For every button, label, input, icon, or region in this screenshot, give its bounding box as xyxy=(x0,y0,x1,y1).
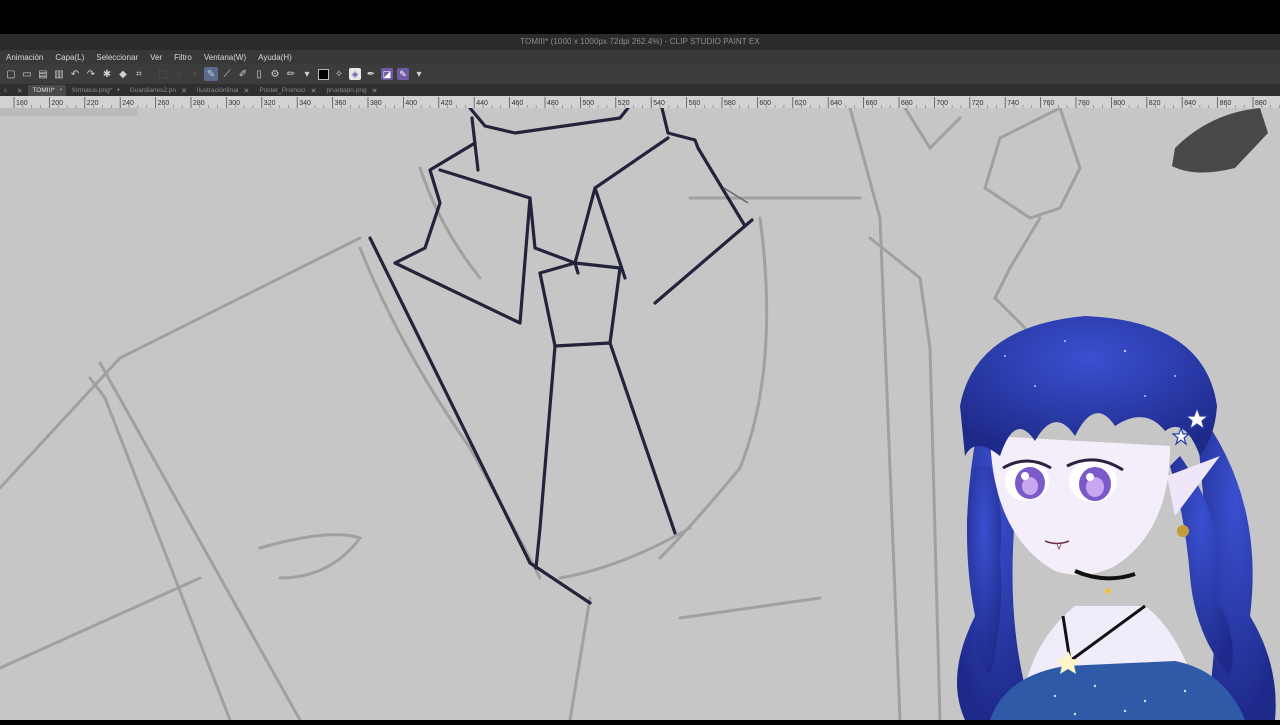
top-black-bar xyxy=(0,0,1280,34)
lasso-icon[interactable]: ◌ xyxy=(172,67,186,81)
ruler-tick-label: 420 xyxy=(441,100,453,107)
line-icon[interactable]: ⟋ xyxy=(220,67,234,81)
close-icon[interactable]: ✕ xyxy=(243,87,249,95)
pen-purple-icon[interactable]: ✎ xyxy=(396,67,410,81)
ruler-tick-label: 640 xyxy=(830,100,842,107)
close-icon[interactable]: ✕ xyxy=(181,87,187,95)
close-icon[interactable]: ✕ xyxy=(372,87,378,95)
tab-label: formalus.png* xyxy=(72,87,113,94)
ruler-tick-label: 320 xyxy=(264,100,276,107)
clear-icon[interactable]: ✱ xyxy=(100,67,114,81)
tab-pruebapn[interactable]: pruebapn.png ✕ xyxy=(322,85,381,96)
tab-guardianes[interactable]: Guardianes2.pn ✕ xyxy=(126,85,191,96)
transform-icon[interactable]: ⌗ xyxy=(132,67,146,81)
tab-poster[interactable]: Poster_Promoci ✕ xyxy=(255,85,320,96)
ruler-tick-label: 200 xyxy=(51,100,63,107)
ruler-tick-label: 220 xyxy=(87,100,99,107)
brush-icon[interactable]: ✒ xyxy=(364,67,378,81)
ruler-tick-label: 860 xyxy=(1220,100,1232,107)
ruler-tick-label: 180 xyxy=(16,100,28,107)
color-swatch[interactable] xyxy=(316,67,330,81)
ruler-tick-label: 840 xyxy=(1184,100,1196,107)
print-icon[interactable]: ▥ xyxy=(52,67,66,81)
ruler-tick-label: 440 xyxy=(476,100,488,107)
open-folder-icon[interactable]: ▭ xyxy=(20,67,34,81)
chevron-down-icon[interactable]: ▾ xyxy=(300,67,314,81)
pencil-icon[interactable]: ✏ xyxy=(284,67,298,81)
ruler-tick-label: 240 xyxy=(122,100,134,107)
save-icon[interactable]: ▤ xyxy=(36,67,50,81)
ruler-tick-label: 720 xyxy=(972,100,984,107)
ruler-tick-label: 660 xyxy=(866,100,878,107)
tab-tomiii[interactable]: TOMIII* • xyxy=(28,85,67,96)
ruler-tick-label: 400 xyxy=(405,100,417,107)
fill-icon[interactable]: ◆ xyxy=(116,67,130,81)
ruler-tick-label: 340 xyxy=(299,100,311,107)
tab-modified-dot-icon[interactable]: • xyxy=(117,87,119,94)
window-title: TOMIII* (1000 x 1000px 72dpi 262.4%) - C… xyxy=(0,34,1280,50)
tab-label: TOMIII* xyxy=(32,87,55,94)
ruler-tick-label: 740 xyxy=(1007,100,1019,107)
pen-active-icon[interactable]: ✎ xyxy=(204,67,218,81)
selection-icon[interactable]: ⬚ xyxy=(156,67,170,81)
ruler-tick-label: 360 xyxy=(335,100,347,107)
menu-bar: Animación Capa(L) Seleccionar Ver Filtro… xyxy=(0,50,1280,64)
ruler-tick-label: 560 xyxy=(689,100,701,107)
tab-label: Ilustraciónfinal xyxy=(196,87,239,94)
ruler-tick-label: 800 xyxy=(1113,100,1125,107)
ruler-tick-label: 680 xyxy=(901,100,913,107)
tab-modified-dot-icon[interactable]: • xyxy=(60,87,62,94)
menu-capa[interactable]: Capa(L) xyxy=(55,53,84,62)
settings-icon[interactable]: ⚙ xyxy=(268,67,282,81)
edit-icon[interactable]: ✐ xyxy=(236,67,250,81)
toolbar-separator xyxy=(148,67,154,81)
tab-label: Poster_Promoci xyxy=(259,87,306,94)
menu-ventana[interactable]: Ventana(W) xyxy=(204,53,246,62)
ruler-tick-label: 580 xyxy=(724,100,736,107)
ruler-tick-label: 500 xyxy=(582,100,594,107)
redo-icon[interactable]: ↷ xyxy=(84,67,98,81)
tab-label: pruebapn.png xyxy=(326,87,367,94)
tab-formalus[interactable]: formalus.png* • xyxy=(68,85,124,96)
ruler-tick-label: 780 xyxy=(1078,100,1090,107)
menu-seleccionar[interactable]: Seleccionar xyxy=(96,53,138,62)
tab-close-prev[interactable]: ✕ xyxy=(13,85,26,96)
tab-prev[interactable]: ɛ xyxy=(0,85,11,96)
ruler-tick-label: 300 xyxy=(228,100,240,107)
ruler-icon[interactable]: ▯ xyxy=(252,67,266,81)
undo-icon[interactable]: ↶ xyxy=(68,67,82,81)
menu-animacion[interactable]: Animación xyxy=(6,53,43,62)
menu-ayuda[interactable]: Ayuda(H) xyxy=(258,53,292,62)
new-file-icon[interactable]: ▢ xyxy=(4,67,18,81)
pen-disabled-icon[interactable]: ▫ xyxy=(188,67,202,81)
tab-label: Guardianes2.pn xyxy=(129,87,176,94)
chevron-down-icon[interactable]: ▾ xyxy=(412,67,426,81)
ruler-tick-label: 380 xyxy=(370,100,382,107)
fill-color-icon[interactable]: ◈ xyxy=(348,67,362,81)
ruler-tick-label: 700 xyxy=(936,100,948,107)
layer-icon[interactable]: ◪ xyxy=(380,67,394,81)
ruler-tick-label: 460 xyxy=(512,100,524,107)
ruler-tick-label: 540 xyxy=(653,100,665,107)
ruler-tick-label: 760 xyxy=(1043,100,1055,107)
ruler-tick-label: 600 xyxy=(759,100,771,107)
document-tabs: ɛ ✕ TOMIII* • formalus.png* • Guardianes… xyxy=(0,84,1280,96)
ruler-tick-label: 280 xyxy=(193,100,205,107)
command-toolbar: ▢ ▭ ▤ ▥ ↶ ↷ ✱ ◆ ⌗ ⬚ ◌ ▫ ✎ ⟋ ✐ ▯ ⚙ ✏ ▾ ✧ … xyxy=(0,64,1280,84)
ruler-tick-label: 820 xyxy=(1149,100,1161,107)
menu-filtro[interactable]: Filtro xyxy=(174,53,192,62)
ruler-tick-label: 520 xyxy=(618,100,630,107)
ruler-tick-label: 620 xyxy=(795,100,807,107)
close-icon[interactable]: ✕ xyxy=(311,87,317,95)
eraser-icon[interactable]: ✧ xyxy=(332,67,346,81)
menu-ver[interactable]: Ver xyxy=(150,53,162,62)
ruler-tick-label: 880 xyxy=(1255,100,1267,107)
ruler-tick-label: 260 xyxy=(158,100,170,107)
tab-ilustracion[interactable]: Ilustraciónfinal ✕ xyxy=(193,85,253,96)
ruler-tick-label: 480 xyxy=(547,100,559,107)
vtuber-avatar xyxy=(945,316,1280,720)
